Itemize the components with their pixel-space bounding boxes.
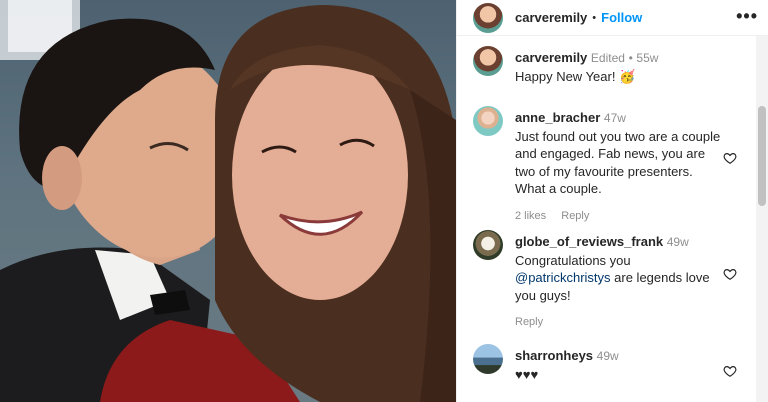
caption-avatar[interactable] bbox=[473, 46, 503, 76]
comment-body: globe_of_reviews_frank 49w Congratulatio… bbox=[515, 233, 723, 344]
comment-text-before: Congratulations you bbox=[515, 252, 631, 268]
follow-button[interactable]: Follow bbox=[601, 10, 642, 25]
author-username[interactable]: carveremily bbox=[515, 10, 587, 25]
woman-face bbox=[232, 50, 408, 300]
comment-time[interactable]: 49w bbox=[597, 349, 619, 363]
scrollbar-thumb[interactable] bbox=[758, 106, 766, 206]
comment-meta: Reply bbox=[515, 314, 723, 332]
reply-button[interactable]: Reply bbox=[561, 210, 589, 222]
more-options-icon[interactable]: ••• bbox=[736, 7, 758, 25]
comment-item: globe_of_reviews_frank 49w Congratulatio… bbox=[457, 230, 757, 344]
comment-time[interactable]: 47w bbox=[604, 111, 626, 125]
caption-body: carveremily Edited • 55w Happy New Year!… bbox=[515, 49, 723, 106]
caption-separator: • bbox=[628, 51, 633, 65]
post-header: carveremily • Follow ••• bbox=[457, 0, 768, 36]
reply-button[interactable]: Reply bbox=[515, 316, 543, 328]
caption-username[interactable]: carveremily bbox=[515, 50, 587, 65]
likes-count[interactable]: 2 likes bbox=[515, 210, 546, 222]
comments-list: carveremily Edited • 55w Happy New Year!… bbox=[457, 46, 757, 402]
post-sidebar: carveremily • Follow ••• carveremily Edi… bbox=[456, 0, 768, 402]
comment-item: anne_bracher 47w Just found out you two … bbox=[457, 106, 757, 230]
post-photo[interactable] bbox=[0, 0, 456, 402]
man-ear bbox=[42, 146, 82, 210]
comment-text: Just found out you two are a couple and … bbox=[515, 128, 721, 197]
heart-outline-icon[interactable] bbox=[723, 151, 737, 165]
comment-body: sharronheys 49w ♥♥♥ bbox=[515, 347, 723, 402]
mention-link[interactable]: @patrickchristys bbox=[515, 270, 611, 285]
caption-edited: Edited bbox=[590, 51, 625, 65]
photo-illustration bbox=[0, 0, 456, 402]
comment-item: sharronheys 49w ♥♥♥ bbox=[457, 344, 757, 402]
caption: carveremily Edited • 55w Happy New Year!… bbox=[457, 46, 757, 106]
heart-outline-icon[interactable] bbox=[723, 364, 737, 378]
commenter-avatar[interactable] bbox=[473, 106, 503, 136]
comment-text: Congratulations you @patrickchristys are… bbox=[515, 252, 723, 305]
comment-username[interactable]: sharronheys bbox=[515, 348, 593, 363]
comment-body: anne_bracher 47w Just found out you two … bbox=[515, 109, 723, 230]
commenter-avatar[interactable] bbox=[473, 230, 503, 260]
comment-text: ♥♥♥ bbox=[515, 366, 539, 382]
comment-time[interactable]: 49w bbox=[667, 235, 689, 249]
caption-text: Happy New Year! 🥳 bbox=[515, 68, 636, 84]
scrollbar-track[interactable] bbox=[756, 36, 768, 402]
author-avatar[interactable] bbox=[473, 2, 503, 33]
comment-meta: 2 likes Reply bbox=[515, 208, 723, 226]
caption-time[interactable]: 55w bbox=[636, 51, 658, 65]
header-separator: • bbox=[592, 11, 597, 24]
comment-username[interactable]: globe_of_reviews_frank bbox=[515, 234, 663, 249]
commenter-avatar[interactable] bbox=[473, 344, 503, 374]
heart-outline-icon[interactable] bbox=[723, 267, 737, 281]
comment-username[interactable]: anne_bracher bbox=[515, 110, 600, 125]
